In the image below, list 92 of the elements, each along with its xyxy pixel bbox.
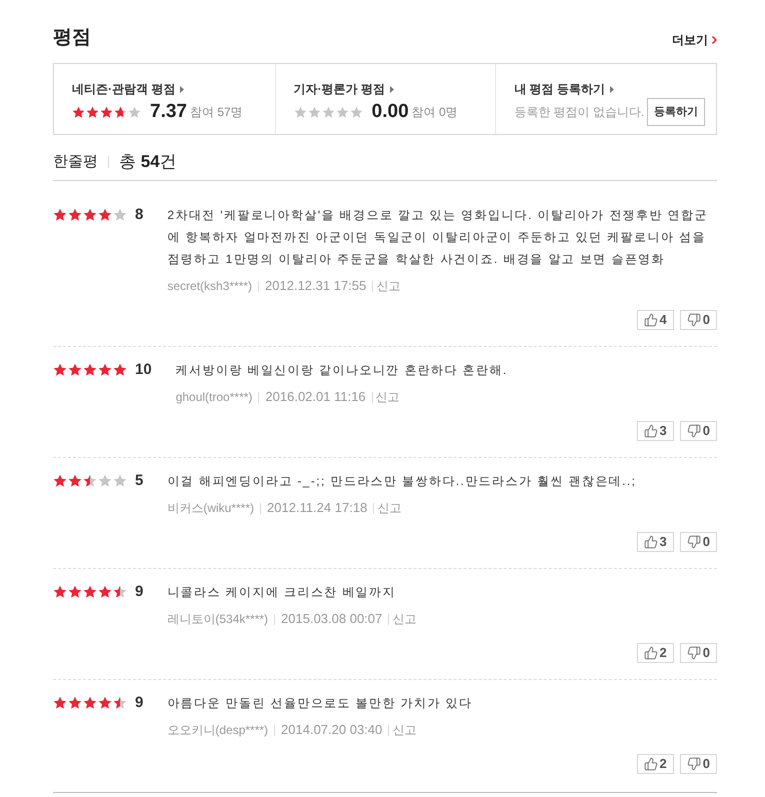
review-author: 오오키니(desp****)	[167, 722, 268, 739]
star-icon	[53, 208, 67, 222]
star-icon	[68, 696, 82, 710]
dislike-button[interactable]: 0	[680, 754, 717, 774]
chevron-right-icon	[712, 36, 717, 44]
review-text: 이걸 해피엔딩이라고 -_-;; 만드라스만 불쌍하다..만드라스가 훨씬 괜찮은데..;	[167, 473, 638, 490]
average-score: 7.37	[150, 102, 187, 122]
review-author: secret(ksh3****)	[167, 278, 252, 295]
thumbs-down-icon	[686, 646, 701, 660]
star-icon	[98, 363, 112, 377]
review-text: 2차대전 '케팔로니아학살'을 배경으로 깔고 있는 영화입니다. 이탈리아가 전쟁후반 연합군에 항복하자 얼마전까진 아군이던 독일군이 이탈리아군이 주둔하고 있던 케팔로니아 섬을 점령하고 1만명의 이탈리아 주둔군을 학살한 사건이죠. 배경을 알고 보면 슬픈영화	[167, 207, 709, 268]
like-button[interactable]: 3	[636, 532, 674, 552]
thumbs-down-icon	[686, 535, 701, 549]
star-icon	[100, 106, 113, 118]
review-score: 10	[135, 361, 152, 379]
review-author: ghoul(troo****)	[176, 389, 252, 406]
dislike-button[interactable]: 0	[680, 310, 717, 330]
average-score: 0.00	[372, 102, 409, 122]
star-icon	[83, 363, 97, 377]
review-date: 2012.11.24 17:18	[267, 499, 368, 518]
star-icon	[53, 585, 67, 599]
review-date: 2014.07.20 03:40	[281, 721, 382, 740]
star-icon	[83, 474, 97, 488]
like-button[interactable]: 3	[636, 421, 674, 441]
star-icon	[83, 696, 97, 710]
star-icon	[98, 474, 112, 488]
star-icon	[113, 696, 127, 710]
more-link[interactable]: 더보기	[672, 32, 717, 48]
caret-right-icon	[390, 86, 394, 92]
star-icon	[68, 208, 82, 222]
participant-count: 참여 0명	[412, 104, 458, 120]
rating-link[interactable]: 기자·평론가 평점	[294, 81, 394, 97]
section-title: 평점	[53, 26, 91, 50]
review-text: 케서방이랑 베일신이랑 같이나오니깐 혼란하다 혼란해.	[176, 362, 509, 379]
thumbs-up-icon	[644, 535, 658, 549]
review-score: 5	[135, 472, 144, 490]
star-icon	[114, 106, 127, 118]
review-score: 9	[135, 583, 144, 601]
dislike-button[interactable]: 0	[680, 421, 717, 441]
register-button[interactable]: 등록하기	[647, 98, 705, 126]
thumbs-up-icon	[644, 646, 658, 660]
empty-rating-message: 등록한 평점이 없습니다.	[514, 104, 644, 120]
star-icon	[53, 363, 67, 377]
participant-count: 참여 57명	[190, 104, 243, 120]
review-score: 9	[135, 694, 144, 712]
review-date: 2012.12.31 17:55	[265, 277, 366, 296]
star-icon	[113, 208, 127, 222]
like-button[interactable]: 2	[636, 754, 674, 774]
star-icon	[113, 585, 127, 599]
caret-right-icon	[180, 86, 184, 92]
star-icon	[68, 363, 82, 377]
star-icon	[294, 106, 307, 118]
review-text: 니콜라스 케이지에 크리스찬 베일까지	[167, 584, 397, 601]
star-icon	[86, 106, 99, 118]
star-icon	[83, 585, 97, 599]
thumbs-down-icon	[686, 424, 701, 438]
review-date: 2015.03.08 00:07	[281, 610, 382, 628]
rating-link[interactable]: 내 평점 등록하기	[514, 81, 614, 97]
star-icon	[98, 696, 112, 710]
star-icon	[53, 474, 67, 488]
thumbs-up-icon	[644, 757, 658, 771]
star-icon	[322, 106, 335, 118]
thumbs-up-icon	[644, 424, 658, 438]
star-icon	[98, 208, 112, 222]
thumbs-up-icon	[644, 313, 658, 327]
review-score: 8	[135, 206, 144, 224]
star-icon	[308, 106, 321, 118]
dislike-button[interactable]: 0	[680, 532, 717, 552]
star-icon	[83, 208, 97, 222]
star-icon	[336, 106, 349, 118]
review-author: 레니토이(534k****)	[167, 611, 268, 628]
star-icon	[350, 106, 363, 118]
thumbs-down-icon	[686, 757, 701, 771]
review-date: 2016.02.01 11:16	[265, 388, 366, 406]
review-author: 비커스(wiku****)	[167, 500, 254, 517]
reviews-heading: 한줄평	[53, 152, 98, 172]
rating-link[interactable]: 네티즌·관람객 평점	[72, 81, 184, 97]
thumbs-down-icon	[686, 313, 701, 327]
like-button[interactable]: 2	[636, 643, 674, 663]
star-icon	[113, 474, 127, 488]
caret-right-icon	[610, 86, 614, 92]
dislike-button[interactable]: 0	[680, 643, 717, 663]
star-icon	[72, 106, 85, 118]
star-icon	[68, 585, 82, 599]
star-icon	[128, 106, 141, 118]
star-icon	[53, 696, 67, 710]
star-icon	[68, 474, 82, 488]
review-text: 아름다운 만돌린 선율만으로도 볼만한 가치가 있다	[167, 695, 474, 712]
like-button[interactable]: 4	[636, 310, 674, 330]
star-icon	[113, 363, 127, 377]
review-total: 총 54건	[119, 151, 177, 174]
star-icon	[98, 585, 112, 599]
